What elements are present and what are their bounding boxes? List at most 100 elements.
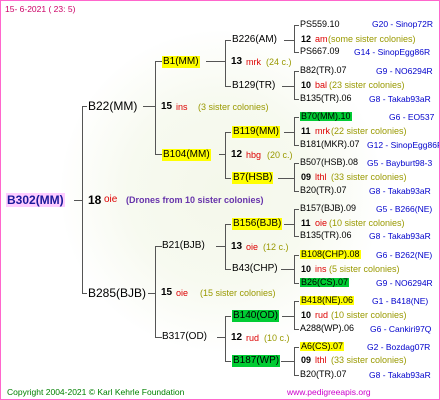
- g3-num: 11: [301, 218, 311, 228]
- g4-queen[interactable]: B418(NE).06: [300, 296, 355, 305]
- connector: [294, 191, 299, 192]
- date-header: 15- 6-2021 ( 23: 5): [5, 4, 76, 14]
- g4-queen[interactable]: PS667.09: [300, 47, 340, 56]
- g4-info: G14 - SinopEgg86R: [354, 47, 431, 57]
- connector: [294, 163, 299, 164]
- g2-queen[interactable]: B21(BJB): [162, 241, 205, 251]
- g3-code: oie: [315, 218, 328, 228]
- connector: [148, 293, 156, 294]
- g3-code: bal: [315, 80, 328, 90]
- connector: [294, 375, 299, 376]
- connector: [74, 200, 83, 201]
- g2-queen[interactable]: B1(MM): [162, 56, 200, 68]
- connector: [294, 236, 299, 237]
- g4-queen[interactable]: B82(TR).07: [300, 66, 347, 75]
- g3-note: (22 sister colonies): [331, 126, 407, 136]
- g3-queen[interactable]: B226(AM): [232, 35, 277, 45]
- g2-code: mrk: [246, 57, 261, 67]
- connector: [225, 132, 226, 179]
- g2-note: (12 c.): [263, 242, 289, 252]
- g2-note: (10 c.): [264, 333, 290, 343]
- g3-note: (23 sister colonies): [329, 80, 405, 90]
- g3-queen[interactable]: B129(TR): [232, 81, 275, 91]
- g3-code: lthl: [315, 172, 327, 182]
- connector: [219, 154, 226, 155]
- connector: [206, 61, 226, 62]
- g4-info: G6 - EO537: [389, 112, 435, 122]
- connector: [217, 337, 226, 338]
- g4-info: G8 - Takab93aR: [369, 231, 431, 241]
- g2-num: 12: [231, 149, 243, 160]
- connector: [155, 154, 162, 155]
- connector: [284, 40, 295, 41]
- root-code: oie: [104, 194, 118, 205]
- g4-queen[interactable]: B20(TR).07: [300, 370, 347, 379]
- g4-queen[interactable]: B507(HSB).08: [300, 158, 358, 167]
- g3-note: (33 sister colonies): [331, 355, 407, 365]
- g2-queen[interactable]: B317(OD): [162, 332, 207, 342]
- root-queen[interactable]: B302(MM): [6, 193, 65, 207]
- g3-num: 10: [301, 264, 312, 274]
- connector: [282, 86, 295, 87]
- g1-top-code: ins: [176, 102, 188, 112]
- copyright: Copyright 2004-2021 © Karl Kehrle Founda…: [7, 387, 185, 397]
- connector: [225, 224, 231, 225]
- g4-info: G8 - Takab93aR: [369, 94, 431, 104]
- g3-queen[interactable]: B43(CHP): [232, 264, 278, 274]
- g3-note: (10 sister colonies): [331, 310, 407, 320]
- connector: [155, 61, 162, 62]
- g4-queen[interactable]: B135(TR).06: [300, 94, 352, 103]
- connector: [225, 316, 226, 362]
- g4-queen[interactable]: B135(TR).06: [300, 231, 352, 240]
- g2-num: 13: [231, 241, 243, 252]
- g4-info: G8 - Takab93aR: [369, 186, 431, 196]
- g3-queen[interactable]: B7(HSB): [232, 172, 274, 184]
- g1-bottom-queen[interactable]: B285(BJB): [88, 287, 146, 299]
- g3-queen[interactable]: B187(WP): [232, 355, 281, 367]
- g4-queen[interactable]: B157(BJB).09: [300, 204, 356, 213]
- site-url[interactable]: www.pedigreeapis.org: [287, 388, 371, 397]
- g4-info: G9 - NO6294R: [376, 278, 433, 288]
- g3-queen[interactable]: B140(OD): [232, 310, 280, 322]
- g3-note: (10 sister colonies): [329, 218, 405, 228]
- connector: [216, 246, 226, 247]
- g3-num: 12: [301, 34, 312, 44]
- g4-queen[interactable]: B70(MM).10: [300, 112, 352, 121]
- g4-info: G2 - Bozdag07R: [367, 342, 431, 352]
- connector: [294, 25, 295, 53]
- g3-queen[interactable]: B156(BJB): [232, 218, 283, 230]
- g2-num: 13: [231, 56, 243, 67]
- g2-queen[interactable]: B104(MM): [162, 149, 211, 161]
- g4-queen[interactable]: B108(CHP).08: [300, 250, 361, 259]
- connector: [155, 61, 156, 155]
- root-generation: 18: [88, 193, 102, 207]
- connector: [294, 329, 299, 330]
- g4-info: G8 - Takab93aR: [369, 370, 431, 380]
- connector: [225, 316, 231, 317]
- connector: [294, 283, 299, 284]
- g2-code: rud: [246, 333, 260, 343]
- g4-info: G9 - NO6294R: [376, 66, 433, 76]
- g4-queen[interactable]: PS559.10: [300, 20, 340, 29]
- g4-queen[interactable]: A288(WP).06: [300, 324, 354, 333]
- connector: [155, 246, 162, 247]
- connector: [294, 71, 299, 72]
- connector: [294, 25, 299, 26]
- pedigree-frame: 15- 6-2021 ( 23: 5) Copyright 2004-2021 …: [0, 0, 440, 400]
- g4-info: G20 - Sinop72R: [372, 19, 433, 29]
- g4-queen[interactable]: B26(CS).07: [300, 278, 350, 287]
- connector: [82, 293, 87, 294]
- connector: [294, 99, 299, 100]
- g1-top-queen[interactable]: B22(MM): [88, 100, 137, 112]
- g3-queen[interactable]: B119(MM): [232, 126, 280, 138]
- g4-queen[interactable]: A6(CS).07: [300, 342, 345, 351]
- g4-queen[interactable]: B181(MKR).07: [300, 140, 360, 149]
- connector: [294, 209, 295, 237]
- connector: [225, 86, 231, 87]
- g4-queen[interactable]: B20(TR).07: [300, 186, 347, 195]
- g3-note: (5 sister colonies): [329, 264, 400, 274]
- g2-code: oie: [246, 242, 259, 252]
- g1-bottom-note: (15 sister colonies): [200, 288, 276, 298]
- g2-note: (20 c.): [267, 150, 293, 160]
- connector: [225, 40, 226, 87]
